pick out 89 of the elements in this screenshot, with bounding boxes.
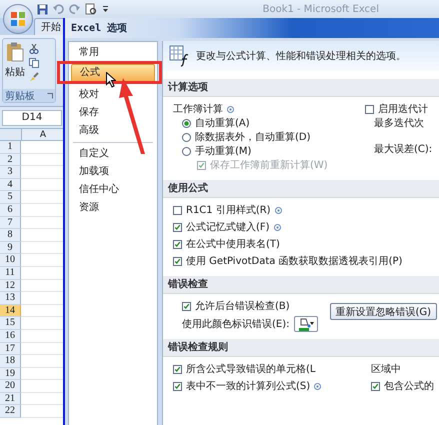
row-header[interactable]: 13 [0, 292, 21, 305]
copy-icon[interactable] [29, 58, 39, 68]
row-header[interactable]: 3 [0, 166, 21, 179]
row-header[interactable]: 21 [0, 392, 21, 406]
row-header[interactable]: 16 [0, 330, 21, 342]
row-header[interactable]: 19 [0, 368, 21, 380]
checkbox[interactable] [173, 256, 182, 266]
page-description: 更改与公式计算、性能和错误处理相关的选项。 [196, 50, 406, 63]
option-label: 最多迭代次 [374, 116, 424, 130]
checkbox[interactable] [173, 206, 182, 214]
nav-item[interactable]: 信任中心 [71, 181, 155, 199]
checkbox-label: 在公式中使用表名(T) [186, 238, 280, 251]
row-header[interactable]: 4 [0, 178, 21, 192]
row-header[interactable]: 10 [0, 254, 21, 267]
brush-icon[interactable] [29, 72, 39, 82]
checkbox-label: 保存工作簿前重新计算(W) [210, 158, 328, 172]
checkbox-label: 启用迭代计 [378, 102, 428, 116]
clipboard-icon [6, 42, 24, 62]
radio-button[interactable] [182, 132, 191, 142]
row-header[interactable]: 1 [0, 141, 21, 154]
row-header[interactable]: 9 [0, 242, 21, 254]
row-header[interactable]: 6 [0, 204, 21, 217]
paste-button[interactable]: 粘贴 [5, 42, 25, 86]
color-picker[interactable] [294, 316, 318, 332]
checkbox-label: 公式记忆式键入(F) [186, 220, 270, 234]
option-label: 区域中 [371, 362, 401, 376]
section-header: 错误检查规则 [163, 339, 439, 357]
row-header[interactable]: 11 [0, 266, 21, 280]
office-logo-icon [10, 11, 26, 27]
section-header: 错误检查 [163, 276, 439, 294]
office-button[interactable] [3, 4, 33, 34]
checkbox-label: 允许后台错误检查(B) [195, 300, 290, 313]
checkbox-label: 包含公式的 [384, 380, 434, 393]
row-header[interactable]: 14 [0, 304, 21, 318]
section-header: 计算选项 [163, 79, 439, 97]
row-header[interactable]: 8 [0, 229, 21, 242]
checkbox[interactable] [365, 104, 374, 114]
row-header[interactable]: 22 [0, 405, 21, 418]
row-header[interactable]: 15 [0, 317, 21, 330]
radio-button[interactable] [182, 146, 191, 156]
launcher-icon[interactable] [47, 92, 53, 98]
radio-label: 手动重算(M) [195, 144, 252, 158]
checkbox-label: 表中不一致的计算列公式(S) [186, 380, 310, 393]
option-label: 最大误差(C): [374, 142, 432, 156]
group-label: 剪贴板 [5, 90, 35, 102]
checkbox[interactable] [173, 382, 182, 390]
checkbox-label: R1C1 引用样式(R) [186, 204, 271, 217]
option-label: 工作簿计算 [173, 102, 223, 116]
info-icon [274, 224, 281, 230]
row-header[interactable]: 2 [0, 154, 21, 166]
row-header[interactable]: 12 [0, 280, 21, 292]
dropdown-icon[interactable] [102, 5, 109, 13]
info-icon [274, 206, 282, 214]
dialog-title: Excel 选项 [71, 22, 128, 35]
nav-item[interactable]: 加载项 [71, 163, 155, 181]
nav-item[interactable]: 资源 [71, 199, 155, 217]
checkbox-label: 使用 GetPivotData 函数获取数据透视表引用(P) [186, 254, 402, 268]
checkbox[interactable] [173, 222, 182, 232]
section-header: 使用公式 [163, 180, 439, 198]
nav-item[interactable]: 校对 [71, 86, 155, 104]
row-header[interactable]: 5 [0, 191, 21, 204]
column-header[interactable]: A [22, 129, 64, 141]
nav-item[interactable]: 自定义 [71, 145, 155, 163]
radio-label: 除数据表外，自动重算(D) [195, 130, 311, 144]
info-icon [314, 382, 322, 390]
row-header[interactable]: 20 [0, 380, 21, 393]
checkbox[interactable] [371, 382, 380, 390]
nav-item[interactable]: 常用 [71, 44, 155, 62]
radio-label: 自动重算(A) [195, 116, 250, 130]
window-title: Book1 - Microsoft Excel [262, 4, 379, 14]
row-header[interactable]: 17 [0, 342, 21, 356]
info-icon [227, 106, 234, 112]
checkbox[interactable] [182, 302, 191, 310]
formula-icon [169, 45, 191, 67]
option-label: 使用此颜色标识错误(E): [182, 318, 290, 331]
nav-item[interactable]: 保存 [71, 104, 155, 122]
nav-item[interactable]: 高级 [71, 122, 155, 140]
checkbox[interactable] [173, 364, 182, 374]
mouse-cursor-icon [106, 72, 116, 88]
checkbox-label: 所含公式导致错误的单元格(L [186, 362, 316, 376]
checkbox[interactable] [173, 240, 182, 248]
row-header[interactable]: 7 [0, 216, 21, 230]
reset-errors-button[interactable]: 重新设置忽略错误(G) [330, 303, 438, 320]
save-icon[interactable] [37, 4, 48, 14]
row-header[interactable]: 18 [0, 355, 21, 368]
print-preview-icon[interactable] [85, 3, 97, 15]
name-box[interactable]: D14 [2, 110, 62, 126]
scissors-icon[interactable] [29, 44, 39, 54]
radio-button[interactable] [182, 118, 191, 128]
